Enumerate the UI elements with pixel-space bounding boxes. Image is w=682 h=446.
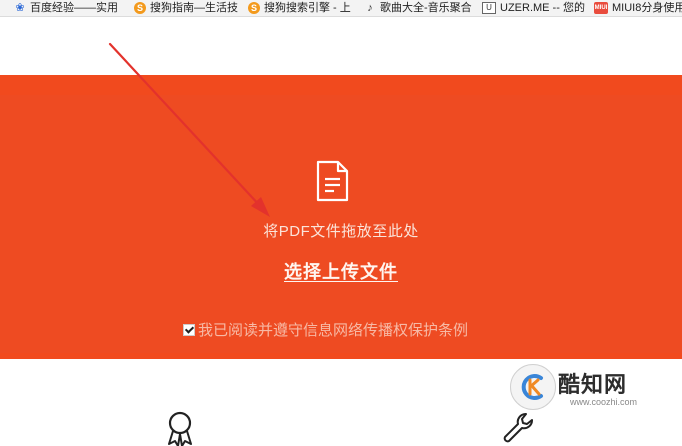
award-ribbon-icon (168, 411, 192, 446)
watermark-title: 酷知网 (558, 373, 628, 398)
agreement-label: 我已阅读并遵守信息网络传播权保护条例 (198, 322, 469, 339)
bookmark-item[interactable]: MIUI MIUI8分身使用 (594, 0, 682, 16)
bookmark-label: 歌曲大全-音乐聚合 (380, 2, 472, 14)
agreement-checkbox[interactable] (183, 323, 195, 336)
watermark-badge (510, 364, 556, 410)
wrench-icon (503, 413, 533, 443)
sogou-icon: S (248, 2, 260, 14)
bookmark-item[interactable]: U UZER.ME -- 您的 (482, 0, 585, 16)
select-upload-file-link[interactable]: 选择上传文件 (200, 258, 482, 284)
document-icon (316, 160, 349, 202)
bookmark-label: 百度经验——实用 (30, 2, 118, 14)
miui-icon: MIUI (594, 2, 608, 14)
bookmark-item[interactable]: S 搜狗搜索引擎 - 上 (248, 0, 351, 16)
agreement-row[interactable]: 我已阅读并遵守信息网络传播权保护条例 (183, 319, 468, 340)
music-icon: ♪ (367, 2, 373, 14)
coozhi-logo-icon (521, 374, 543, 400)
sogou-icon: S (134, 2, 146, 14)
uzer-icon: U (482, 2, 496, 14)
bookmark-item[interactable]: S 搜狗指南—生活技 (134, 0, 238, 16)
bookmark-item[interactable]: ♪ 歌曲大全-音乐聚合 (364, 0, 472, 16)
drop-hint-text: 将PDF文件拖放至此处 (263, 223, 419, 240)
bookmark-label: 搜狗搜索引擎 - 上 (264, 2, 351, 14)
watermark-url: www.coozhi.com (570, 397, 638, 407)
bookmark-label: 搜狗指南—生活技 (150, 2, 238, 14)
bookmarks-bar: ❀ 百度经验——实用 S 搜狗指南—生活技 S 搜狗搜索引擎 - 上 ♪ 歌曲大… (0, 0, 682, 17)
bookmark-label: MIUI8分身使用 (612, 2, 682, 14)
drop-zone[interactable]: 将PDF文件拖放至此处 选择上传文件 我已阅读并遵守信息网络传播权保护条例 (0, 95, 682, 353)
watermark-logo: 酷知网 www.coozhi.com (506, 362, 682, 414)
paw-icon: ❀ (15, 2, 25, 14)
upload-panel: 将PDF文件拖放至此处 选择上传文件 我已阅读并遵守信息网络传播权保护条例 (0, 75, 682, 359)
bookmark-item[interactable]: ❀ 百度经验——实用 (14, 0, 118, 16)
bookmark-label: UZER.ME -- 您的 (500, 2, 585, 14)
